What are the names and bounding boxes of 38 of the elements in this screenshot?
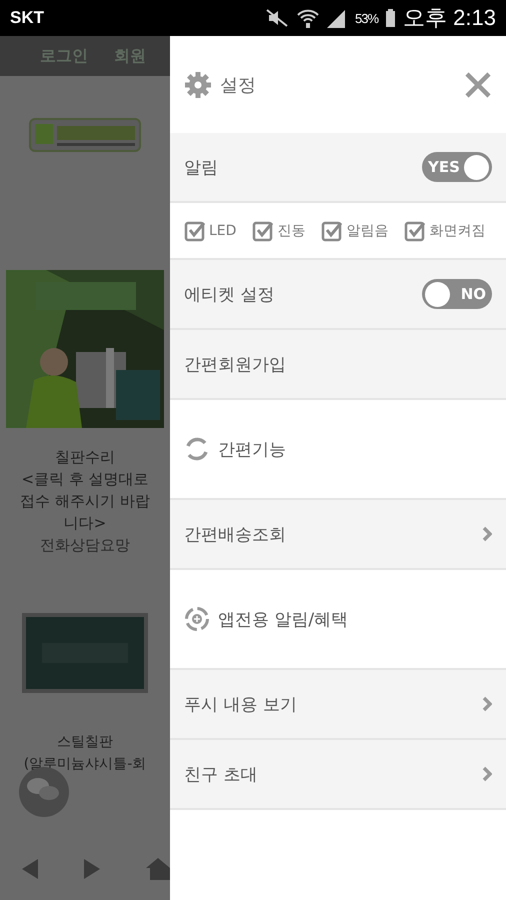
menu-item[interactable]: 친구 초대: [170, 740, 506, 810]
section-title: 앱전용 알림/혜택: [218, 608, 350, 630]
battery-icon: [386, 9, 396, 27]
checkbox-label: LED: [209, 222, 236, 238]
clock: 오후 2:13: [403, 4, 496, 32]
battery-percent: 53%: [355, 10, 378, 26]
checkbox-label: 진동: [277, 222, 306, 240]
product-description: <클릭 후 설명대로 접수 해주시기 바랍니다>: [19, 469, 151, 534]
menu-item[interactable]: 푸시 내용 보기: [170, 670, 506, 740]
menu-item[interactable]: 간편배송조회: [170, 500, 506, 570]
carrier-name: SKT: [10, 8, 45, 28]
checkbox-label: 알림음: [346, 222, 388, 240]
checkbox-checked-icon[interactable]: [252, 220, 274, 242]
back-arrow-icon[interactable]: [22, 859, 38, 879]
close-icon[interactable]: [464, 70, 492, 98]
toggle-switch[interactable]: NO: [422, 279, 492, 309]
crosshair-icon: [184, 606, 210, 632]
home-icon[interactable]: [146, 858, 170, 880]
drawer-title: 설정: [220, 74, 257, 96]
setting-label: 에티켓 설정: [184, 284, 276, 306]
checkbox-checked-icon[interactable]: [321, 220, 344, 242]
checkbox-label: 화면켜짐: [429, 222, 486, 240]
settings-icon: [184, 70, 212, 98]
product-title: 칠판수리: [54, 447, 116, 468]
product-subtitle: (알루미늄샤시틀-회: [24, 755, 146, 774]
mute-icon: [265, 8, 290, 28]
wifi-icon: [297, 8, 320, 28]
refresh-icon: [184, 436, 210, 462]
section-title: 간편기능: [218, 438, 287, 460]
signal-icon: [327, 8, 348, 28]
forward-arrow-icon[interactable]: [84, 859, 100, 879]
checkbox-checked-icon[interactable]: [184, 220, 206, 242]
toggle-switch[interactable]: YES: [422, 152, 492, 182]
menu-item[interactable]: 간편회원가입: [170, 330, 506, 400]
product-title: 스틸칠판: [56, 733, 114, 752]
checkbox-checked-icon[interactable]: [404, 220, 426, 242]
setting-label: 알림: [184, 156, 219, 178]
product-note: 전화상담요망: [40, 536, 130, 555]
